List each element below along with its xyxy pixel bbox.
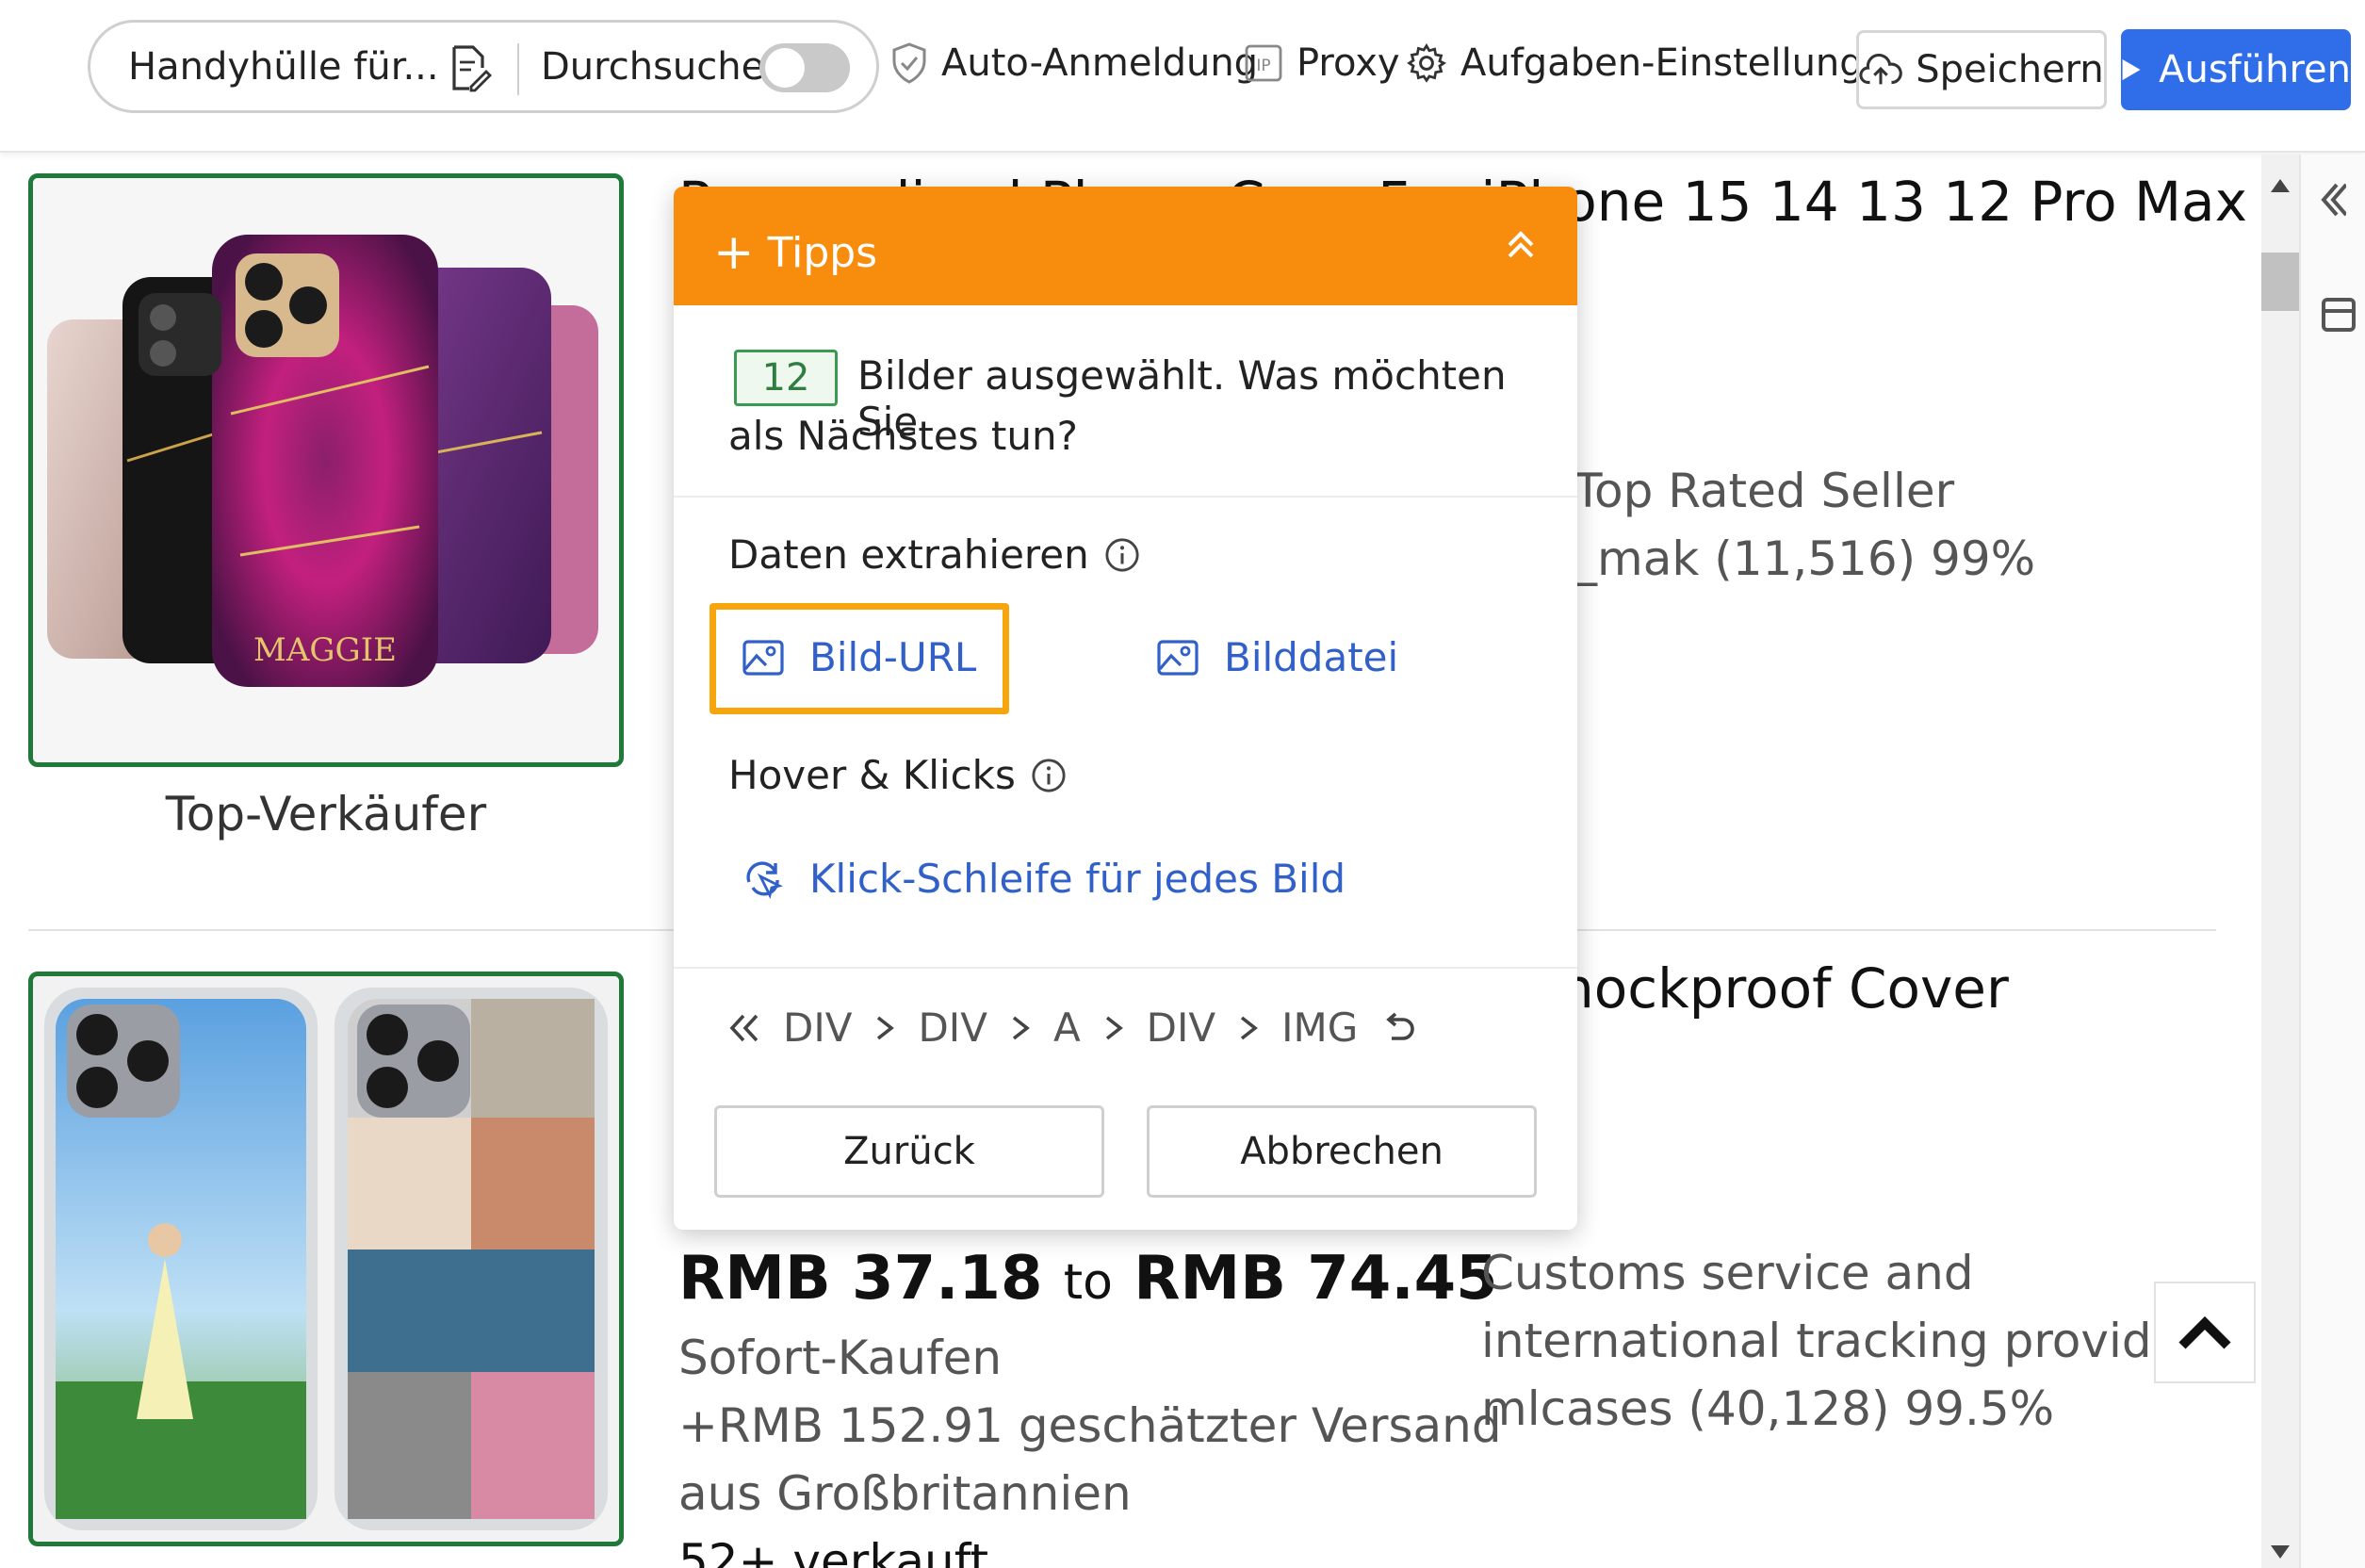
- selected-message-2: als Nächstes tun?: [728, 413, 1078, 459]
- tips-header[interactable]: + Tipps: [674, 187, 1577, 305]
- scroll-to-top-button[interactable]: [2154, 1282, 2256, 1383]
- extract-data-label: Daten extrahieren: [728, 531, 1089, 578]
- popup-divider: [674, 496, 1577, 498]
- svg-text:MAGGIE: MAGGIE: [253, 631, 397, 669]
- chevron-up-icon: [2178, 1315, 2231, 1349]
- proxy-label: Proxy: [1297, 41, 1400, 85]
- breadcrumb-item[interactable]: DIV: [1147, 1004, 1215, 1051]
- image-file-label: Bilddatei: [1224, 634, 1399, 680]
- shipping-cost: +RMB 152.91 geschätzter Versand: [678, 1398, 1502, 1453]
- seller-line: Top Rated Seller: [1574, 464, 1955, 518]
- play-icon: [2122, 58, 2141, 81]
- save-label: Speichern: [1916, 48, 2104, 91]
- scroll-down-arrow-icon[interactable]: [2271, 1545, 2290, 1559]
- plus-icon: +: [713, 224, 755, 281]
- proxy-ip-icon: IP: [1245, 44, 1282, 82]
- seller-line: international tracking provided: [1481, 1314, 2211, 1368]
- gear-icon: [1407, 43, 1447, 83]
- breadcrumb-item[interactable]: DIV: [918, 1004, 987, 1051]
- price-to: to: [1063, 1254, 1113, 1311]
- scroll-thumb[interactable]: [2261, 253, 2299, 311]
- image-file-button[interactable]: Bilddatei: [1156, 634, 1398, 680]
- extract-data-section: Daten extrahieren: [728, 531, 1140, 578]
- run-label: Ausführen: [2159, 48, 2351, 91]
- task-name[interactable]: Handyhülle für...: [128, 45, 439, 89]
- toggle-knob: [765, 48, 805, 88]
- top-seller-caption: Top-Verkäufer: [165, 787, 487, 841]
- run-button[interactable]: Ausführen: [2121, 29, 2351, 110]
- seller-info-1: Top Rated Seller _mak (11,516) 99%: [1574, 457, 2035, 593]
- chevron-right-icon: [1105, 1016, 1123, 1039]
- chevron-right-icon: [1012, 1016, 1030, 1039]
- click-loop-button[interactable]: Klick-Schleife für jedes Bild: [742, 856, 1346, 902]
- loop-click-icon: [746, 860, 784, 899]
- chevron-right-icon: [1241, 1016, 1259, 1039]
- task-settings-label: Aufgaben-Einstellungen: [1460, 41, 1911, 85]
- price-range: RMB 37.18 to RMB 74.45: [678, 1244, 1498, 1314]
- chevron-right-icon: [877, 1016, 895, 1039]
- double-chevron-left-icon[interactable]: [728, 1012, 760, 1044]
- tips-title: + Tipps: [713, 224, 877, 281]
- seller-line: mlcases (40,128) 99.5%: [1481, 1381, 2055, 1436]
- seller-info-2: Customs service and international tracki…: [1481, 1239, 2210, 1443]
- task-settings-button[interactable]: Aufgaben-Einstellungen: [1406, 41, 1911, 85]
- tips-title-label: Tipps: [767, 228, 878, 277]
- cloud-upload-icon: [1859, 53, 1903, 85]
- seller-line: _mak (11,516) 99%: [1574, 531, 2036, 586]
- info-icon[interactable]: [1104, 537, 1140, 573]
- toolbar: Handyhülle für... Durchsuchen Auto-Anmel…: [0, 0, 2365, 153]
- svg-text:IP: IP: [1256, 57, 1270, 75]
- save-button[interactable]: Speichern: [1856, 30, 2107, 109]
- breadcrumb-item[interactable]: IMG: [1281, 1004, 1358, 1051]
- scroll-up-arrow-icon[interactable]: [2271, 179, 2290, 192]
- cancel-button[interactable]: Abbrechen: [1147, 1105, 1537, 1198]
- image-url-button[interactable]: Bild-URL: [742, 634, 976, 680]
- product-image-2[interactable]: [28, 972, 624, 1546]
- photo-cases-image: [33, 976, 619, 1542]
- browse-label: Durchsuchen: [541, 44, 789, 89]
- hover-clicks-section: Hover & Klicks: [728, 752, 1067, 798]
- toolbar-separator: [517, 43, 519, 95]
- hover-clicks-label: Hover & Klicks: [728, 752, 1016, 798]
- shield-icon: [892, 42, 926, 84]
- auto-login-button[interactable]: Auto-Anmeldung: [890, 41, 1258, 85]
- edit-task-icon[interactable]: [447, 43, 492, 92]
- back-button[interactable]: Zurück: [714, 1105, 1104, 1198]
- image-icon: [742, 639, 784, 676]
- price-high: RMB 74.45: [1134, 1244, 1498, 1314]
- image-url-label: Bild-URL: [809, 634, 977, 680]
- double-chevron-up-icon[interactable]: [1502, 226, 1540, 264]
- tips-popup: + Tipps 12 Bilder ausgewählt. Was möchte…: [674, 187, 1577, 1230]
- product-image-1[interactable]: MAGGIE: [28, 173, 624, 767]
- breadcrumb-item[interactable]: DIV: [783, 1004, 852, 1051]
- popup-divider: [674, 967, 1577, 969]
- sold-count: 52+ verkauft: [678, 1534, 989, 1568]
- auto-login-label: Auto-Anmeldung: [941, 41, 1259, 85]
- info-icon[interactable]: [1031, 758, 1067, 793]
- phone-cases-image: MAGGIE: [33, 178, 619, 762]
- proxy-button[interactable]: IP Proxy: [1244, 41, 1400, 85]
- browse-toggle[interactable]: [759, 43, 850, 92]
- seller-line: Customs service and: [1481, 1246, 1974, 1300]
- listing-info: Sofort-Kaufen +RMB 152.91 geschätzter Ve…: [678, 1324, 1502, 1568]
- task-pill: Handyhülle für... Durchsuchen: [88, 20, 879, 113]
- undo-icon[interactable]: [1380, 1012, 1416, 1044]
- ship-origin: aus Großbritannien: [678, 1466, 1132, 1521]
- breadcrumb-item[interactable]: A: [1053, 1004, 1081, 1051]
- side-panel-strip: [2299, 155, 2365, 1568]
- element-breadcrumb: DIV DIV A DIV IMG: [728, 1004, 1416, 1051]
- selected-count-badge: 12: [734, 350, 838, 406]
- image-icon: [1157, 639, 1199, 676]
- buy-now-label: Sofort-Kaufen: [678, 1331, 1003, 1385]
- panel-icon[interactable]: [2320, 296, 2357, 334]
- click-loop-label: Klick-Schleife für jedes Bild: [809, 856, 1346, 902]
- page-scrollbar[interactable]: [2261, 155, 2299, 1568]
- collapse-left-icon[interactable]: [2318, 181, 2346, 219]
- price-low: RMB 37.18: [678, 1244, 1043, 1314]
